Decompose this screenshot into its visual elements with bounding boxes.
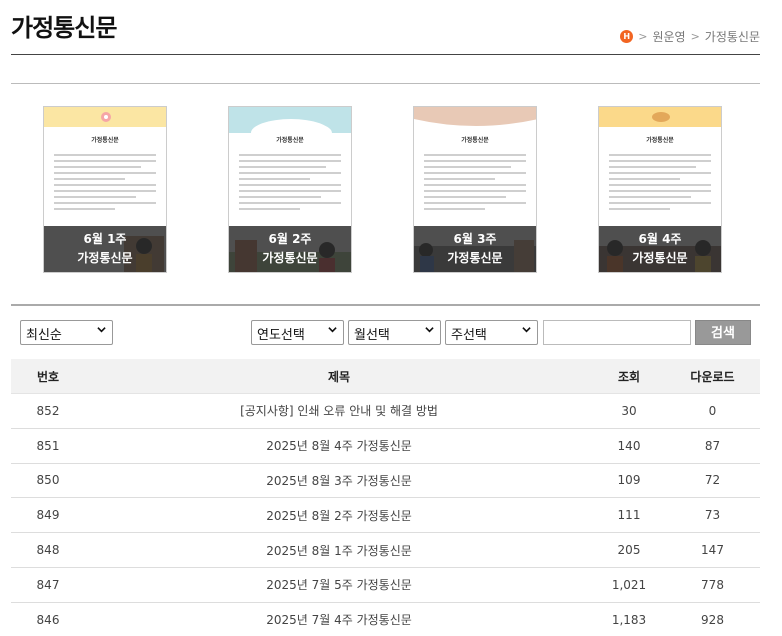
col-header-no: 번호 xyxy=(36,369,60,384)
row-downloads: 0 xyxy=(708,403,717,418)
thumbnail-week: 6월 4주 xyxy=(638,232,682,246)
flower-icon xyxy=(101,112,111,122)
row-no: 848 xyxy=(36,543,60,558)
table-row[interactable]: 851 2025년 8월 4주 가정통신문 140 87 xyxy=(11,429,760,464)
row-title-link[interactable]: 2025년 8월 1주 가정통신문 xyxy=(85,542,593,559)
row-title-link[interactable]: 2025년 7월 4주 가정통신문 xyxy=(85,611,593,628)
thumbnail-header-band xyxy=(44,107,166,127)
thumbnail-caption: 6월 4주 가정통신문 xyxy=(599,226,721,272)
row-views: 111 xyxy=(617,508,641,523)
breadcrumb: H > 원운영 > 가정통신문 xyxy=(620,28,760,45)
month-select[interactable]: 월선택 xyxy=(348,320,441,345)
table-row[interactable]: 849 2025년 8월 2주 가정통신문 111 73 xyxy=(11,498,760,534)
row-no: 849 xyxy=(36,508,60,523)
row-title-link[interactable]: 2025년 8월 2주 가정통신문 xyxy=(85,507,593,524)
col-header-downloads: 다운로드 xyxy=(690,369,735,384)
home-icon[interactable]: H xyxy=(620,30,634,43)
wave-icon xyxy=(414,107,536,126)
chevron-down-icon xyxy=(425,327,434,333)
row-title-link[interactable]: 2025년 8월 3주 가정통신문 xyxy=(85,472,593,489)
week-select[interactable]: 주선택 xyxy=(445,320,538,345)
row-downloads: 87 xyxy=(704,438,721,453)
thumbnail-week: 6월 1주 xyxy=(83,232,127,246)
row-title-link[interactable]: 2025년 8월 4주 가정통신문 xyxy=(85,437,593,454)
page-title: 가정통신문 xyxy=(11,14,117,42)
newsletter-thumbnail[interactable]: 가정통신문 6월 3주 가정통신문 xyxy=(413,106,537,273)
week-select-value: 주선택 xyxy=(451,328,487,343)
search-input[interactable] xyxy=(543,320,691,345)
table-row[interactable]: 850 2025년 8월 3주 가정통신문 109 72 xyxy=(11,464,760,499)
table-header: 번호 제목 조회 다운로드 xyxy=(11,359,760,394)
row-views: 1,021 xyxy=(611,577,647,592)
row-downloads: 72 xyxy=(704,473,721,488)
newsletter-thumbnail[interactable]: 가정통신문 6월 2주 가정통신문 xyxy=(228,106,352,273)
breadcrumb-separator: > xyxy=(638,30,648,43)
newsletter-thumbnail[interactable]: 가정통신문 6월 1주 가정통신문 xyxy=(43,106,167,273)
newsletter-thumbnail[interactable]: 가정통신문 6월 4주 가정통신문 xyxy=(598,106,722,273)
thumbnail-label: 가정통신문 xyxy=(447,251,503,265)
col-header-views: 조회 xyxy=(617,369,641,384)
table-row[interactable]: 846 2025년 7월 4주 가정통신문 1,183 928 xyxy=(11,603,760,636)
row-downloads: 73 xyxy=(704,508,721,523)
row-downloads: 778 xyxy=(701,577,724,592)
row-no: 851 xyxy=(36,438,60,453)
row-no: 847 xyxy=(36,577,60,592)
animal-icon xyxy=(652,112,670,122)
row-views: 1,183 xyxy=(611,612,647,627)
thumbnail-week: 6월 2주 xyxy=(268,232,312,246)
chevron-down-icon xyxy=(328,327,337,333)
breadcrumb-separator: > xyxy=(690,30,700,43)
title-divider xyxy=(11,54,760,55)
thumbnail-text-lines xyxy=(609,154,711,210)
row-title-link[interactable]: [공지사항] 인쇄 오류 안내 및 해결 방법 xyxy=(85,402,593,419)
thumbnail-text-lines xyxy=(239,154,341,210)
thumbnail-header-band xyxy=(229,107,351,147)
thumbnail-text-lines xyxy=(54,154,156,210)
table-row[interactable]: 847 2025년 7월 5주 가정통신문 1,021 778 xyxy=(11,568,760,603)
year-select-value: 연도선택 xyxy=(257,328,305,343)
thumbnail-caption: 6월 1주 가정통신문 xyxy=(44,226,166,272)
col-header-title: 제목 xyxy=(327,369,351,384)
section-divider xyxy=(11,83,760,84)
row-views: 140 xyxy=(617,438,641,453)
thumbnail-caption: 6월 3주 가정통신문 xyxy=(414,226,536,272)
chevron-down-icon xyxy=(522,327,531,333)
row-no: 852 xyxy=(36,403,60,418)
cloud-icon xyxy=(251,119,332,147)
thumbnail-header-band xyxy=(414,107,536,133)
newsletter-table: 번호 제목 조회 다운로드 852 [공지사항] 인쇄 오류 안내 및 해결 방… xyxy=(11,359,760,636)
sort-select[interactable]: 최신순 xyxy=(20,320,113,345)
breadcrumb-item-current: 가정통신문 xyxy=(704,30,760,44)
thumbnail-text-lines xyxy=(424,154,526,210)
row-title-link[interactable]: 2025년 7월 5주 가정통신문 xyxy=(85,576,593,593)
thumbnail-caption: 6월 2주 가정통신문 xyxy=(229,226,351,272)
breadcrumb-item-operation[interactable]: 원운영 xyxy=(652,28,685,45)
row-views: 30 xyxy=(621,403,637,418)
row-views: 109 xyxy=(617,473,641,488)
thumbnail-doc-title: 가정통신문 xyxy=(461,137,489,144)
table-row[interactable]: 848 2025년 8월 1주 가정통신문 205 147 xyxy=(11,533,760,568)
chevron-down-icon xyxy=(97,327,106,333)
thumbnail-label: 가정통신문 xyxy=(77,251,133,265)
year-select[interactable]: 연도선택 xyxy=(251,320,344,345)
table-row[interactable]: 852 [공지사항] 인쇄 오류 안내 및 해결 방법 30 0 xyxy=(11,394,760,429)
search-button[interactable]: 검색 xyxy=(695,320,751,345)
list-divider xyxy=(11,304,760,306)
thumbnail-header-band xyxy=(599,107,721,127)
row-no: 846 xyxy=(36,612,60,627)
row-no: 850 xyxy=(36,473,60,488)
thumbnail-doc-title: 가정통신문 xyxy=(91,137,119,144)
thumbnail-week: 6월 3주 xyxy=(453,232,497,246)
thumbnail-doc-title: 가정통신문 xyxy=(276,137,304,144)
row-downloads: 147 xyxy=(701,543,724,558)
thumbnail-doc-title: 가정통신문 xyxy=(646,137,674,144)
thumbnail-label: 가정통신문 xyxy=(262,251,318,265)
month-select-value: 월선택 xyxy=(354,328,390,343)
newsletter-thumbnails: 가정통신문 6월 1주 가정통신문 가정통신문 6월 2주 가정통신문 가정통신… xyxy=(0,106,782,274)
thumbnail-label: 가정통신문 xyxy=(632,251,688,265)
row-views: 205 xyxy=(617,543,641,558)
sort-select-value: 최신순 xyxy=(26,328,62,343)
row-downloads: 928 xyxy=(701,612,724,627)
